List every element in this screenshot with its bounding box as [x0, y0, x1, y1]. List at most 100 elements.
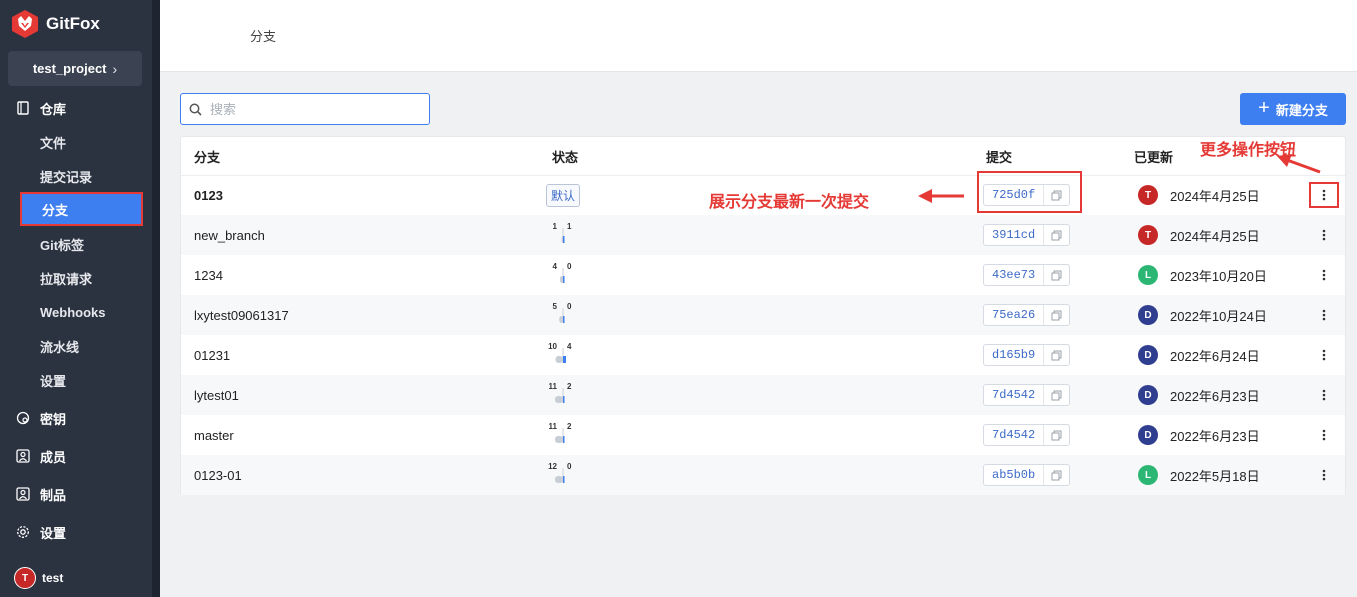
table-row[interactable]: 01231 10 4 d165b9 D 2022年6月24日 [181, 335, 1345, 375]
updated-cell: L 2022年5月18日 [1138, 455, 1260, 495]
branch-name[interactable]: master [194, 415, 234, 455]
copy-icon[interactable] [1043, 385, 1069, 405]
branch-name[interactable]: new_branch [194, 215, 265, 255]
avatar: D [1138, 345, 1158, 365]
branch-name[interactable]: 0123-01 [194, 455, 242, 495]
sidebar-item-pull-requests[interactable]: 拉取请求 [40, 261, 92, 295]
more-actions-button[interactable] [1309, 222, 1339, 248]
app-logo[interactable]: GitFox [10, 8, 100, 40]
status-cell: 默认 [546, 175, 581, 215]
fox-logo-icon [12, 10, 38, 38]
more-actions-button[interactable] [1309, 382, 1339, 408]
avatar: D [1138, 305, 1158, 325]
sidebar-item-commits[interactable]: 提交记录 [40, 159, 92, 193]
behind-count: 1 [553, 222, 558, 231]
table-row[interactable]: master 11 2 7d4542 D 2022年6月23日 [181, 415, 1345, 455]
sidebar-group-label: 仓库 [40, 101, 67, 117]
sidebar-group-repo[interactable]: 仓库 [0, 91, 152, 125]
divergence-cell: 10 4 [545, 335, 585, 375]
branch-name[interactable]: 1234 [194, 255, 223, 295]
commit-hash[interactable]: ab5b0b [984, 468, 1043, 482]
project-switcher[interactable]: test_project › [8, 51, 142, 86]
copy-icon[interactable] [1043, 345, 1069, 365]
sidebar-item-label: Git标签 [40, 237, 85, 253]
copy-icon[interactable] [1043, 225, 1069, 245]
more-actions-button[interactable] [1309, 262, 1339, 288]
sidebar-item-git-tags[interactable]: Git标签 [40, 227, 84, 261]
sidebar-item-pipelines[interactable]: 流水线 [40, 329, 79, 363]
copy-icon[interactable] [1043, 425, 1069, 445]
more-actions-button[interactable] [1309, 462, 1339, 488]
annotation-latest-commit: 展示分支最新一次提交 [709, 194, 870, 211]
column-header-updated: 已更新 [1134, 149, 1174, 165]
sidebar-item-files[interactable]: 文件 [40, 125, 66, 159]
sidebar-item-repo-settings[interactable]: 设置 [40, 363, 66, 397]
sidebar-item-branches[interactable]: 分支 [20, 192, 143, 226]
copy-icon[interactable] [1043, 305, 1069, 325]
more-actions-button[interactable] [1309, 342, 1339, 368]
sidebar-group-secrets[interactable]: 密钥 [0, 401, 152, 435]
commit-hash[interactable]: 75ea26 [984, 308, 1043, 322]
copy-icon[interactable] [1043, 265, 1069, 285]
copy-icon[interactable] [1043, 465, 1069, 485]
behind-bar [559, 316, 563, 323]
repo-icon [17, 101, 29, 115]
more-actions-button[interactable] [1309, 182, 1339, 208]
page-header: 分支 [160, 0, 1357, 72]
branch-name[interactable]: lxytest09061317 [194, 295, 289, 335]
chevron-right-icon: › [112, 60, 118, 77]
commit-hash[interactable]: 3911cd [984, 228, 1043, 242]
behind-bar [555, 396, 563, 403]
new-branch-label: 新建分支 [1275, 102, 1328, 118]
commit-hash[interactable]: 43ee73 [984, 268, 1043, 282]
branch-name[interactable]: 01231 [194, 335, 230, 375]
ahead-bar [563, 236, 565, 243]
commit-chip[interactable]: 7d4542 [983, 424, 1071, 446]
more-actions-button[interactable] [1309, 302, 1339, 328]
ahead-bar [563, 356, 566, 363]
more-actions-button[interactable] [1309, 422, 1339, 448]
table-row[interactable]: lxytest09061317 5 0 75ea26 D 2022年10月24日 [181, 295, 1345, 335]
commit-hash[interactable]: 7d4542 [984, 428, 1043, 442]
commit-chip[interactable]: 7d4542 [983, 384, 1071, 406]
table-row[interactable]: lytest01 11 2 7d4542 D 2022年6月23日 [181, 375, 1345, 415]
commit-chip[interactable]: 75ea26 [983, 304, 1071, 326]
search-box[interactable] [180, 93, 430, 125]
branch-name[interactable]: 0123 [194, 175, 223, 215]
updated-cell: D 2022年6月23日 [1138, 415, 1260, 455]
divergence-cell: 11 2 [545, 415, 585, 455]
commit-chip[interactable]: ab5b0b [983, 464, 1071, 486]
kebab-icon [1322, 429, 1326, 441]
avatar: T [1138, 185, 1158, 205]
branch-name[interactable]: lytest01 [194, 375, 239, 415]
sidebar-group-settings[interactable]: 设置 [0, 515, 152, 549]
user-menu[interactable]: T test [14, 567, 63, 589]
commit-chip[interactable]: 43ee73 [983, 264, 1071, 286]
more-actions-cell [1309, 295, 1339, 335]
table-row[interactable]: new_branch 1 1 3911cd T 2024年4月25日 [181, 215, 1345, 255]
updated-cell: D 2022年6月24日 [1138, 335, 1260, 375]
sidebar-group-members[interactable]: 成员 [0, 439, 152, 473]
table-row[interactable]: 0123-01 12 0 ab5b0b L 2022年5月18日 [181, 455, 1345, 495]
divergence-graph: 12 0 [548, 462, 572, 483]
kebab-icon [1322, 189, 1326, 201]
kebab-icon [1322, 309, 1326, 321]
commit-hash[interactable]: d165b9 [984, 348, 1043, 362]
table-row[interactable]: 1234 4 0 43ee73 L 2023年10月20日 [181, 255, 1345, 295]
avatar: D [1138, 385, 1158, 405]
commit-hash[interactable]: 7d4542 [984, 388, 1043, 402]
commit-chip[interactable]: 3911cd [983, 224, 1071, 246]
divergence-graph: 1 1 [553, 222, 572, 243]
search-input[interactable] [210, 101, 410, 117]
default-badge: 默认 [546, 183, 581, 207]
updated-cell: D 2022年10月24日 [1138, 295, 1267, 335]
ahead-bar [563, 436, 565, 443]
sidebar-item-webhooks[interactable]: Webhooks [40, 295, 106, 329]
commit-cell: 7d4542 [983, 375, 1071, 415]
updated-date: 2022年6月23日 [1170, 388, 1260, 404]
sidebar-group-artifacts[interactable]: 制品 [0, 477, 152, 511]
commit-chip[interactable]: d165b9 [983, 344, 1071, 366]
new-branch-button[interactable]: + 新建分支 [1240, 93, 1346, 125]
kebab-icon [1322, 469, 1326, 481]
avatar: L [1138, 465, 1158, 485]
